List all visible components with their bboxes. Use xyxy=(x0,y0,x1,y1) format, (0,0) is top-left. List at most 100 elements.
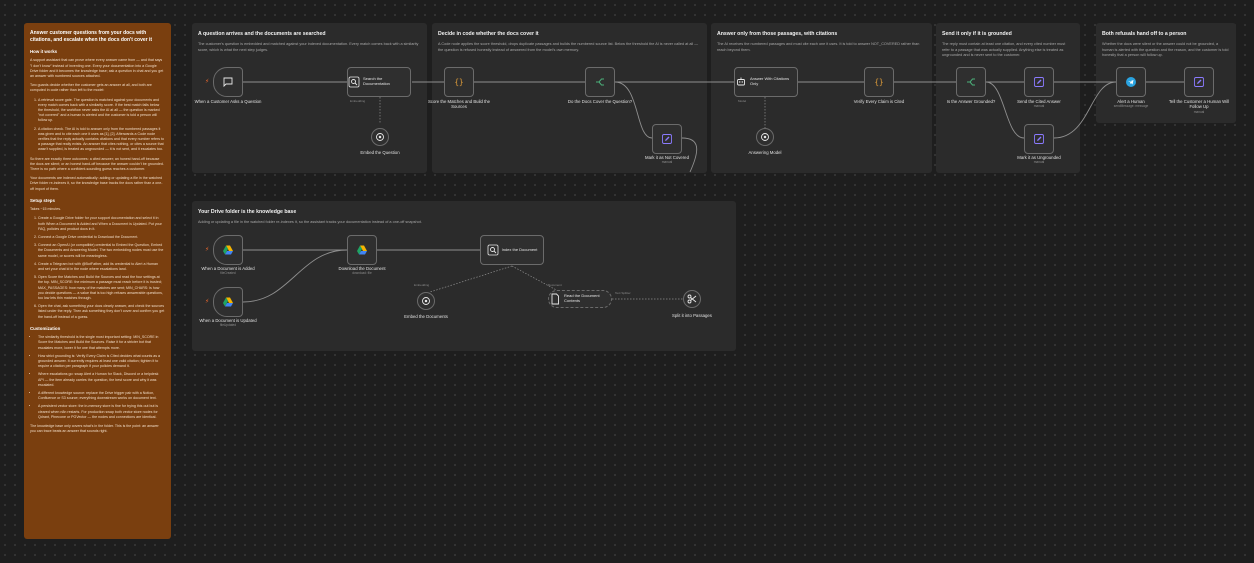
edit-icon xyxy=(1033,76,1045,88)
port-label-document: Document xyxy=(548,283,562,287)
if-branch-icon xyxy=(965,76,977,88)
port-label-text-splitter: Text Splitter xyxy=(615,291,631,295)
node-label: Download the Document download: file xyxy=(327,266,397,275)
note-setup-heading: Setup steps xyxy=(30,197,55,203)
section-title: Both refusals hand off to a person xyxy=(1102,31,1187,37)
node-document-added[interactable] xyxy=(213,235,243,265)
node-alert-human[interactable] xyxy=(1116,67,1146,97)
trigger-bolt-icon: ⚡ xyxy=(205,247,210,253)
list-item: Open Score the Matches and Build the Sou… xyxy=(38,275,165,301)
node-mark-not-covered[interactable] xyxy=(652,124,682,154)
google-drive-icon xyxy=(222,296,234,308)
node-inner-label: Answer With Citations Only xyxy=(750,76,790,86)
note-guard-list: A retrieval score gate. The question is … xyxy=(30,98,165,153)
node-mark-ungrounded[interactable] xyxy=(1024,124,1054,154)
chat-icon xyxy=(222,76,234,88)
list-item: Create a Telegram bot with @BotFather, a… xyxy=(38,262,165,272)
edit-icon xyxy=(1193,76,1205,88)
if-branch-icon xyxy=(594,76,606,88)
node-is-grounded[interactable] xyxy=(956,67,986,97)
note-paragraph: Two guards decide whether the customer g… xyxy=(30,83,152,93)
note-paragraph: A support assistant that can prove where… xyxy=(30,58,164,78)
note-title: Answer customer questions from your docs… xyxy=(30,30,153,43)
vector-search-icon xyxy=(348,76,360,88)
trigger-bolt-icon: ⚡ xyxy=(205,79,210,85)
list-item: How strict grounding is: Verify Every Cl… xyxy=(38,354,165,370)
svg-text:{}: {} xyxy=(454,78,463,87)
scissors-icon xyxy=(686,293,698,305)
node-embed-documents[interactable] xyxy=(417,292,435,310)
section-send-grounded[interactable]: Send it only if it is grounded The reply… xyxy=(936,23,1080,173)
node-label: Answering Model xyxy=(748,150,782,155)
note-paragraph: Your documents are indexed automatically… xyxy=(30,176,163,191)
node-subtitle: fileUpdated xyxy=(219,323,237,328)
note-footer: The knowledge base only covers what's in… xyxy=(30,424,159,434)
section-description: Whether the docs were silent or the answ… xyxy=(1102,42,1229,58)
node-embed-question[interactable] xyxy=(371,128,389,146)
port-label-model: Model xyxy=(738,99,747,103)
openai-icon xyxy=(374,131,386,143)
section-title: A question arrives and the documents are… xyxy=(198,31,326,37)
node-split-passages[interactable] xyxy=(683,290,701,308)
list-item: A persistent vector store: the in-memory… xyxy=(38,404,165,420)
node-search-documentation[interactable]: Search the Documentation xyxy=(347,67,411,97)
node-label: Embed the Question xyxy=(360,150,400,155)
list-item: Connect a Google Drive credential to Dow… xyxy=(38,235,165,240)
node-subtitle: sendMessage: message xyxy=(1113,104,1149,109)
list-item: Connect an OpenAI (or compatible) creden… xyxy=(38,243,165,259)
node-docs-cover-question[interactable] xyxy=(585,67,615,97)
google-drive-icon xyxy=(356,244,368,256)
vector-search-icon xyxy=(487,244,499,256)
note-custom-heading: Customization xyxy=(30,325,61,331)
node-tell-customer[interactable] xyxy=(1184,67,1214,97)
node-answer-with-citations[interactable]: Answer With Citations Only xyxy=(734,67,798,97)
node-index-document[interactable]: Index the Document xyxy=(480,235,544,265)
node-chat-trigger[interactable] xyxy=(213,67,243,97)
note-custom-list: The similarity threshold is the single m… xyxy=(30,335,165,420)
node-subtitle: manual xyxy=(1033,104,1045,109)
list-item: The similarity threshold is the single m… xyxy=(38,335,165,351)
node-label: Send the Cited Answer manual xyxy=(1004,99,1074,108)
node-answering-model[interactable] xyxy=(756,128,774,146)
section-description: The customer's question is embedded and … xyxy=(198,42,419,52)
telegram-icon xyxy=(1125,76,1137,88)
node-subtitle: fileCreated xyxy=(220,271,236,276)
svg-text:{}: {} xyxy=(874,78,883,87)
section-title: Decide in code whether the docs cover it xyxy=(438,31,539,37)
edit-icon xyxy=(661,133,673,145)
trigger-bolt-icon: ⚡ xyxy=(205,299,210,305)
note-how-heading: How it works xyxy=(30,49,58,54)
node-label: Verify Every Claim is Cited xyxy=(853,99,905,104)
node-inner-label: Read the Document Contents xyxy=(564,293,600,303)
node-score-matches[interactable]: {} xyxy=(444,67,474,97)
section-description: A Code node applies the score threshold,… xyxy=(438,42,699,52)
google-drive-icon xyxy=(222,244,234,256)
node-label: Do the Docs Cover the Question? xyxy=(567,99,633,104)
list-item: Create a Google Drive folder for your su… xyxy=(38,216,165,232)
list-item: Open the chat, ask something your docs c… xyxy=(38,304,165,320)
node-label: When a Customer Asks a Question xyxy=(194,99,262,104)
node-label: Tell the Customer a Human Will Follow Up… xyxy=(1164,99,1234,114)
node-send-cited-answer[interactable] xyxy=(1024,67,1054,97)
openai-icon xyxy=(759,131,771,143)
code-braces-icon: {} xyxy=(453,76,465,88)
node-verify-claims[interactable]: {} xyxy=(864,67,894,97)
section-title: Answer only from those passages, with ci… xyxy=(717,31,838,37)
workflow-documentation-note[interactable]: Answer customer questions from your docs… xyxy=(24,23,171,539)
code-braces-icon: {} xyxy=(873,76,885,88)
document-icon xyxy=(549,293,561,305)
node-label: When a Document is Added fileCreated xyxy=(193,266,263,275)
node-label: Is the Answer Grounded? xyxy=(946,99,996,104)
section-knowledge-base[interactable]: Your Drive folder is the knowledge base … xyxy=(192,201,736,351)
edit-icon xyxy=(1033,133,1045,145)
node-read-document-contents[interactable]: Read the Document Contents xyxy=(548,290,612,308)
node-label: Alert a Human sendMessage: message xyxy=(1096,99,1166,108)
list-item: A retrieval score gate. The question is … xyxy=(38,98,165,124)
node-document-updated[interactable] xyxy=(213,287,243,317)
node-download-document[interactable] xyxy=(347,235,377,265)
note-setup-time: Takes ~15 minutes. xyxy=(30,207,62,212)
section-description: The reply must contain at least one cita… xyxy=(942,42,1066,58)
note-paragraph: So there are exactly three outcomes: a c… xyxy=(30,156,164,172)
node-subtitle: manual xyxy=(1033,160,1045,165)
note-setup-list: Create a Google Drive folder for your su… xyxy=(30,216,165,319)
